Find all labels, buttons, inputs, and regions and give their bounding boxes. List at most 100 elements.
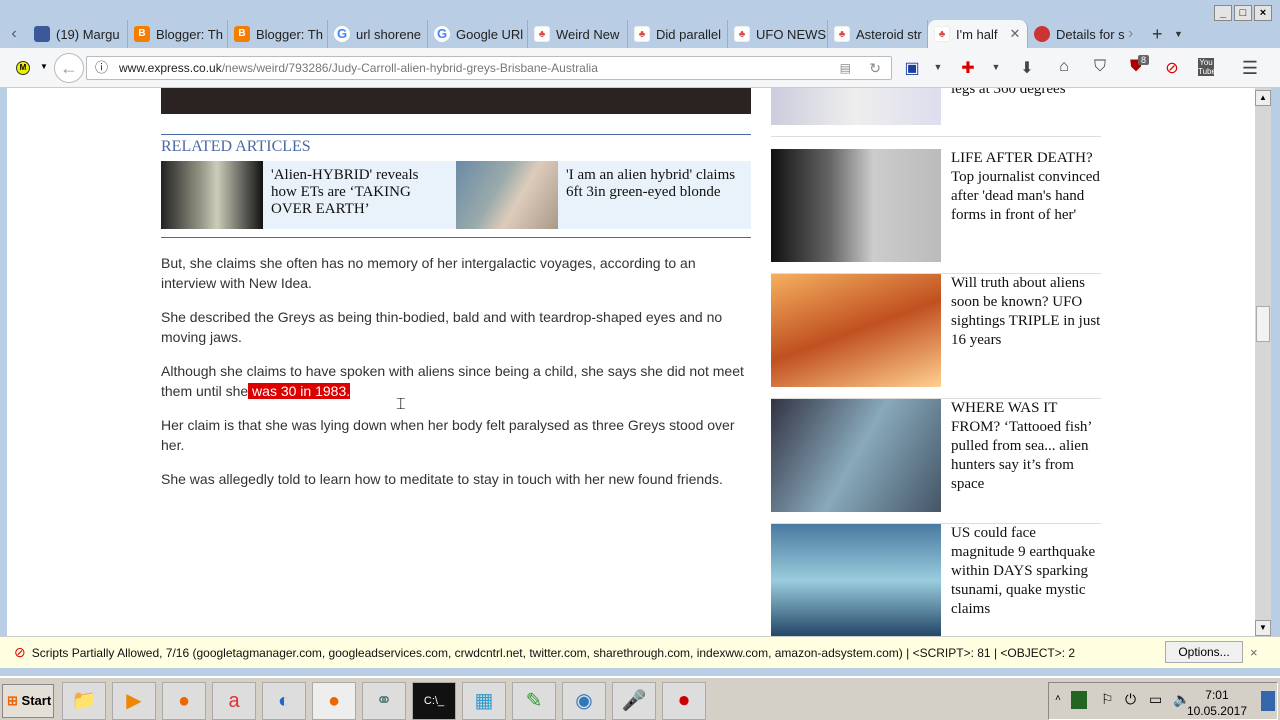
start-label: Start bbox=[21, 693, 52, 708]
related-article[interactable]: 'Alien-HYBRID' reveals how ETs are ‘TAKI… bbox=[161, 161, 456, 229]
sidebar-article[interactable]: LIFE AFTER DEATH? Top journalist convinc… bbox=[771, 149, 1101, 274]
article-thumbnail bbox=[771, 88, 941, 125]
save-icon[interactable]: ▣ bbox=[902, 58, 922, 78]
tab[interactable]: Gurl shorene bbox=[328, 20, 428, 48]
tab[interactable]: Details for s bbox=[1028, 20, 1128, 48]
related-article-title[interactable]: 'I am an alien hybrid' claims 6ft 3in gr… bbox=[558, 161, 751, 229]
tab-label: Details for s bbox=[1056, 26, 1125, 42]
noscript-icon[interactable]: ⊘ bbox=[1162, 58, 1182, 78]
recorder-icon[interactable]: ⏺ bbox=[662, 682, 706, 720]
tab-label: Google URl bbox=[456, 26, 524, 42]
calculator-icon[interactable]: ▦ bbox=[462, 682, 506, 720]
add-bookmark-icon[interactable]: ✚ bbox=[958, 58, 978, 78]
info-icon[interactable]: ⓘ bbox=[95, 57, 108, 79]
time: 7:01 bbox=[1205, 688, 1229, 702]
sidebar-article[interactable]: US could face magnitude 9 earthquake wit… bbox=[771, 524, 1101, 636]
tab[interactable]: ♣ Did parallel bbox=[628, 20, 728, 48]
dropdown-icon[interactable]: ▼ bbox=[986, 62, 1006, 72]
home-icon[interactable]: ⌂ bbox=[1054, 58, 1074, 76]
dropdown-icon[interactable]: ▼ bbox=[40, 62, 48, 71]
article-thumbnail bbox=[161, 161, 263, 229]
explorer-icon[interactable]: 📁 bbox=[62, 682, 106, 720]
scroll-thumb[interactable] bbox=[1256, 306, 1270, 342]
sidebar-article[interactable]: WHERE WAS IT FROM? ‘Tattooed fish’ pulle… bbox=[771, 399, 1101, 524]
tab-label: Did parallel bbox=[656, 26, 722, 42]
tab-scroll-left[interactable]: ‹ bbox=[0, 25, 28, 43]
related-article-title[interactable]: 'Alien-HYBRID' reveals how ETs are ‘TAKI… bbox=[263, 161, 456, 229]
tab-scroll-right[interactable]: › bbox=[1128, 25, 1152, 43]
noscript-icon: ⊘ bbox=[14, 644, 26, 660]
tab[interactable]: ♣ Asteroid str bbox=[828, 20, 928, 48]
close-tab-icon[interactable]: ✕ bbox=[1010, 26, 1021, 42]
notification-text: Scripts Partially Allowed, 7/16 (googlet… bbox=[31, 645, 1076, 660]
maximize-button[interactable]: □ bbox=[1234, 5, 1252, 21]
tab[interactable]: B Blogger: Th bbox=[128, 20, 228, 48]
minimize-button[interactable]: _ bbox=[1214, 5, 1232, 21]
vertical-scrollbar[interactable]: ▲ ▼ bbox=[1255, 88, 1271, 636]
tab-list-icon[interactable]: ▼ bbox=[1174, 29, 1194, 39]
sidebar-article-title[interactable]: US could face magnitude 9 earthquake wit… bbox=[941, 524, 1101, 636]
crest-icon bbox=[1034, 26, 1050, 42]
sidebar-article-title[interactable]: WHERE WAS IT FROM? ‘Tattooed fish’ pulle… bbox=[941, 399, 1101, 523]
close-notification-icon[interactable]: × bbox=[1250, 645, 1258, 660]
microphone-icon[interactable]: 🎤 bbox=[612, 682, 656, 720]
related-article[interactable]: 'I am an alien hybrid' claims 6ft 3in gr… bbox=[456, 161, 751, 229]
google-icon: G bbox=[334, 26, 350, 42]
flag-icon[interactable]: ⚐ bbox=[1101, 691, 1114, 708]
tab[interactable]: ♣ Weird New bbox=[528, 20, 628, 48]
show-desktop-button[interactable] bbox=[1261, 691, 1275, 711]
tab-label: UFO NEWS bbox=[756, 26, 827, 42]
qbittorrent-icon[interactable]: ◉ bbox=[562, 682, 606, 720]
menu-icon[interactable]: ☰ bbox=[1240, 58, 1260, 79]
tab[interactable]: ♣ UFO NEWS bbox=[728, 20, 828, 48]
command-prompt-icon[interactable]: C:\_ bbox=[412, 682, 456, 720]
firefox-icon[interactable]: ● bbox=[162, 682, 206, 720]
tab-active[interactable]: ♣ I'm half ✕ bbox=[928, 20, 1028, 48]
new-tab-icon[interactable]: + bbox=[1152, 24, 1174, 45]
scroll-up-button[interactable]: ▲ bbox=[1255, 90, 1271, 106]
sidebar-article-title[interactable]: Will truth about aliens soon be known? U… bbox=[941, 274, 1101, 398]
sidebar-article[interactable]: Will truth about aliens soon be known? U… bbox=[771, 274, 1101, 399]
sidebar-article-title[interactable]: legs at 360 degrees bbox=[941, 88, 1101, 136]
system-tray: ˄ ⚐ ⏻ ▭ 🔈 7:01 10.05.2017 bbox=[1048, 682, 1278, 720]
download-icon[interactable]: ⬇ bbox=[1017, 58, 1037, 78]
noscript-notification-bar: ⊘ Scripts Partially Allowed, 7/16 (googl… bbox=[0, 636, 1280, 668]
power-icon[interactable]: ⏻ bbox=[1125, 691, 1136, 708]
windows-logo-icon: ⊞ bbox=[7, 693, 18, 708]
show-hidden-icons[interactable]: ˄ bbox=[1055, 693, 1061, 704]
dropdown-icon[interactable]: ▼ bbox=[928, 62, 948, 72]
browser-icon[interactable]: ◐ bbox=[262, 682, 306, 720]
article-thumbnail bbox=[771, 524, 941, 636]
tab[interactable]: B Blogger: Th bbox=[228, 20, 328, 48]
notepad-icon[interactable]: ✎ bbox=[512, 682, 556, 720]
url-domain: www.express.co.uk bbox=[119, 61, 222, 75]
start-button[interactable]: ⊞ Start bbox=[2, 684, 54, 718]
reload-icon[interactable]: ↻ bbox=[869, 57, 881, 79]
mouse-cursor: ⌶ bbox=[396, 396, 406, 413]
article-paragraph: Her claim is that she was lying down whe… bbox=[161, 417, 735, 453]
back-button[interactable]: ← bbox=[54, 53, 84, 83]
sidebar-article[interactable]: legs at 360 degrees bbox=[771, 88, 1101, 137]
network-icon[interactable]: ⚭ bbox=[362, 682, 406, 720]
tab[interactable]: (19) Margu bbox=[28, 20, 128, 48]
reader-view-icon[interactable]: ▤ bbox=[840, 57, 851, 79]
youtube-icon[interactable]: You Tube bbox=[1198, 58, 1216, 76]
video-player[interactable] bbox=[161, 88, 751, 114]
tab-label: I'm half bbox=[956, 26, 998, 42]
tab[interactable]: G Google URl bbox=[428, 20, 528, 48]
sidebar-article-title[interactable]: LIFE AFTER DEATH? Top journalist convinc… bbox=[941, 149, 1101, 273]
express-icon: ♣ bbox=[834, 26, 850, 42]
app-icon[interactable]: a bbox=[212, 682, 256, 720]
tray-app-icon[interactable] bbox=[1071, 691, 1087, 709]
close-button[interactable]: × bbox=[1254, 5, 1272, 21]
options-button[interactable]: Options... bbox=[1165, 641, 1243, 663]
facebook-icon bbox=[34, 26, 50, 42]
firefox-active-icon[interactable]: ● bbox=[312, 682, 356, 720]
url-bar[interactable]: ⓘ www.express.co.uk/news/weird/793286/Ju… bbox=[86, 56, 892, 80]
network-tray-icon[interactable]: ▭ bbox=[1149, 691, 1162, 708]
media-player-icon[interactable]: ▶ bbox=[112, 682, 156, 720]
pocket-icon[interactable]: ⛉ bbox=[1090, 58, 1110, 76]
clock[interactable]: 7:01 10.05.2017 bbox=[1187, 687, 1247, 719]
scroll-down-button[interactable]: ▼ bbox=[1255, 620, 1271, 636]
extension-icon[interactable]: M bbox=[16, 61, 30, 75]
